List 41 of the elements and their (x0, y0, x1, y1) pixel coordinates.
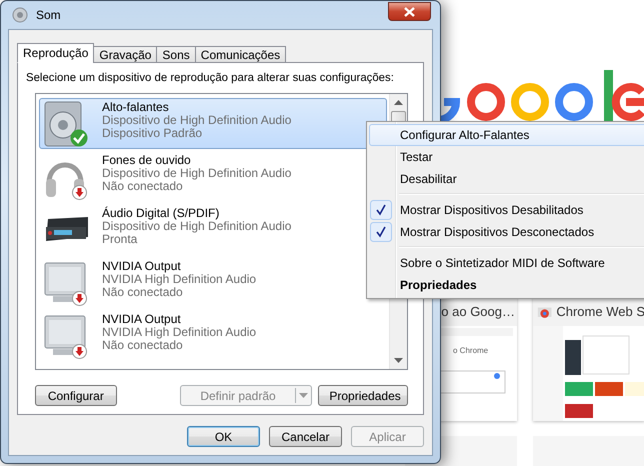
window-title: Som (36, 8, 61, 22)
device-driver: Dispositivo de High Definition Audio (102, 114, 292, 127)
close-icon (404, 6, 415, 16)
device-status: Dispositivo Padrão (102, 127, 202, 140)
device-name: Áudio Digital (S/PDIF) (102, 207, 220, 220)
menu-item[interactable]: Configurar Alto-Falantes (369, 124, 644, 146)
tab[interactable]: Comunicações (194, 46, 286, 63)
speaker-icon (12, 7, 28, 23)
instruction-text: Selecione um dispositivo de reprodução para alterar suas configurações: (26, 72, 394, 84)
device-name: Fones de ouvido (102, 154, 192, 167)
speaker-icon (44, 100, 84, 148)
dialog-button[interactable]: Cancelar (269, 426, 342, 447)
site-tile[interactable]: Chrome Web S (533, 296, 644, 421)
device-name: Alto-falantes (102, 101, 170, 114)
tab[interactable]: Gravação (93, 46, 158, 63)
monitor-icon (43, 261, 87, 305)
thumbnail-text: o Chrome (453, 346, 488, 355)
device-name: NVIDIA Output (102, 313, 182, 326)
close-button[interactable] (388, 2, 431, 21)
tab[interactable]: Sons (156, 46, 196, 63)
tile-title: Chrome Web S (556, 304, 644, 318)
dialog-button[interactable]: OK (187, 426, 260, 447)
tile-title: o ao Goog… (441, 304, 515, 318)
device-status: Não conectado (102, 180, 183, 193)
monitor-icon (43, 314, 87, 358)
device-status: Pronta (102, 233, 138, 246)
device-driver: Dispositivo de High Definition Audio (102, 220, 292, 233)
scroll-up-icon (394, 100, 403, 105)
panel-button[interactable]: Configurar (35, 385, 117, 406)
device-status: Não conectado (102, 339, 184, 352)
panel-button[interactable]: Propriedades (318, 385, 408, 406)
device-driver: Dispositivo de High Definition Audio (102, 167, 292, 180)
device-item[interactable]: NVIDIA Output NVIDIA High Definition Audio Não conectado (39, 310, 387, 361)
device-driver: NVIDIA High Definition Audio (102, 273, 256, 286)
scroll-down-icon (394, 358, 403, 363)
device-name: NVIDIA Output (102, 260, 182, 273)
dropdown-arrow-icon (299, 393, 308, 398)
device-driver: NVIDIA High Definition Audio (102, 326, 256, 339)
tab[interactable]: Reprodução (17, 43, 94, 63)
device-status: Não conectado (102, 286, 184, 299)
device-item[interactable]: Alto-falantes Dispositivo de High Definition Audio Dispositivo Padrão (39, 98, 387, 149)
